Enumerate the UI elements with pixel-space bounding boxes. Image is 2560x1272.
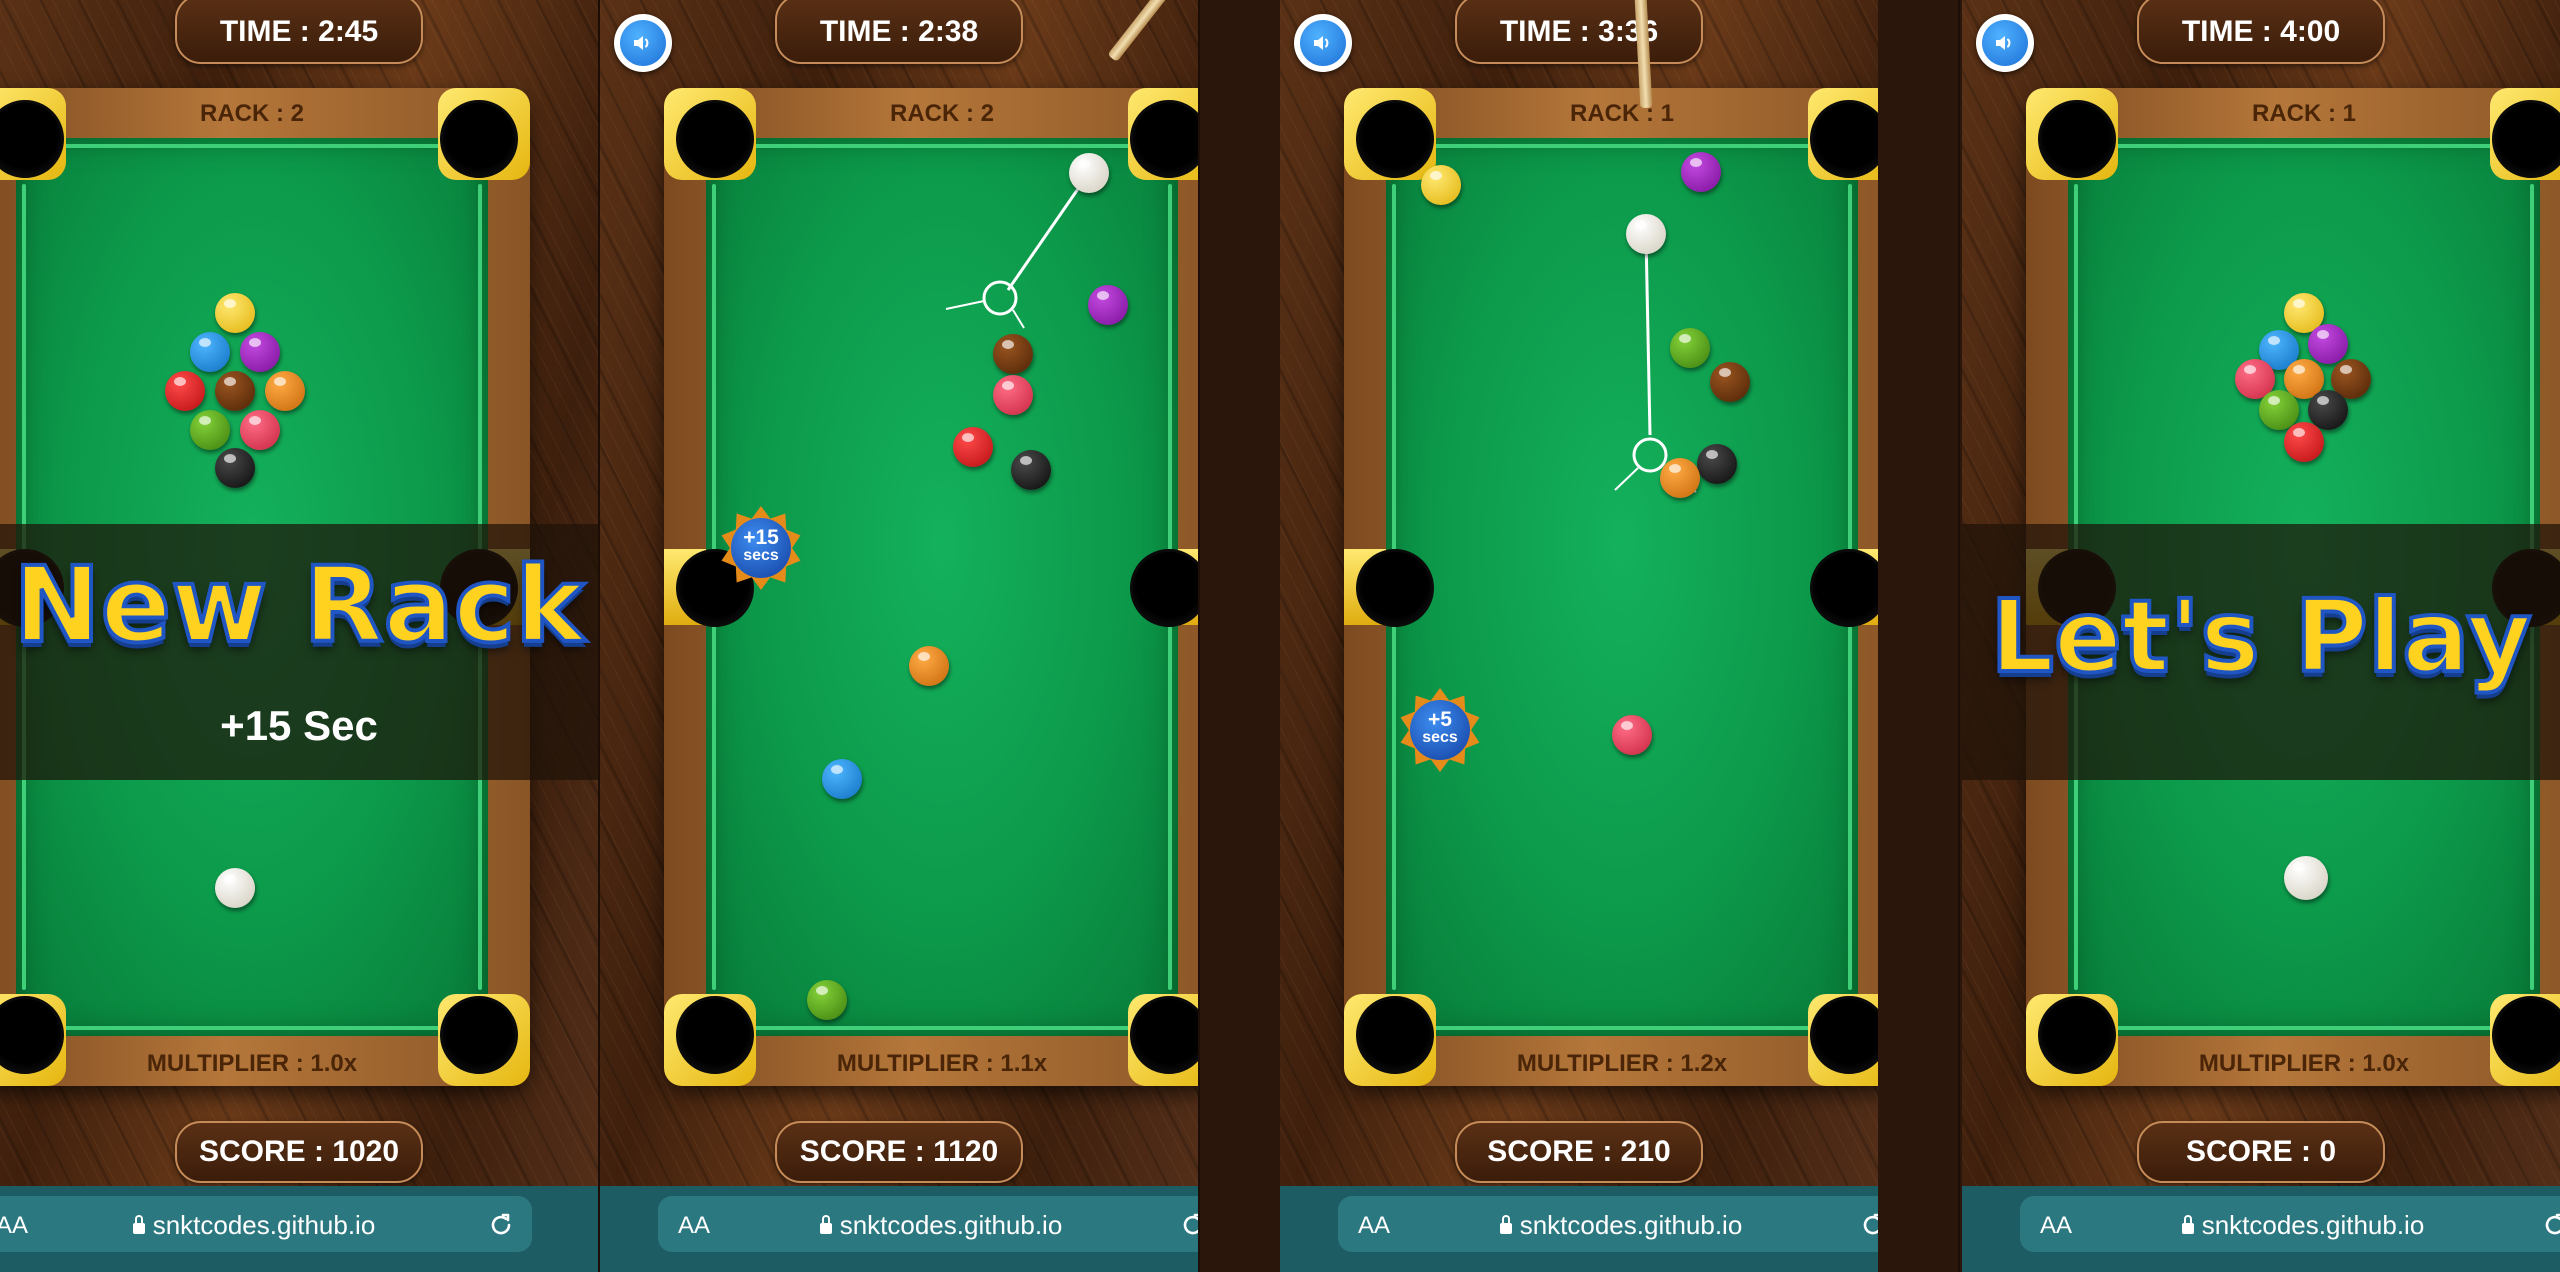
- banner-subtitle: +15 Sec: [220, 702, 378, 749]
- lock-icon: [2181, 1215, 2194, 1234]
- bonus-value: +15: [743, 526, 779, 549]
- rack-label: RACK : 2: [199, 100, 304, 127]
- score-display: SCORE : 1120: [775, 1121, 1023, 1183]
- ball-brown: [993, 334, 1033, 374]
- browser-address-bar: AA snktcodes.github.io: [0, 1186, 598, 1272]
- reload-icon[interactable]: [1858, 1210, 1878, 1240]
- game-panel-2: RACK : 2 MULTIPLIER : 1.1x +15 secs TIME…: [600, 0, 1198, 1272]
- ball-purple: [240, 332, 280, 372]
- speaker-icon: [1314, 36, 1329, 50]
- ball-orange: [909, 646, 949, 686]
- ball-black: [1697, 444, 1737, 484]
- cue-ball[interactable]: [2284, 856, 2328, 900]
- browser-address-bar: AA snktcodes.github.io: [600, 1186, 1198, 1272]
- ball-red: [2284, 422, 2324, 462]
- ball-purple: [1681, 152, 1721, 192]
- url-field[interactable]: AA snktcodes.github.io: [2020, 1196, 2560, 1252]
- lets-play-banner: Let's Play: [1962, 524, 2560, 780]
- reload-icon[interactable]: [2540, 1210, 2560, 1240]
- ball-black: [215, 448, 255, 488]
- time-display: TIME : 2:38: [775, 0, 1023, 64]
- divider: [1958, 0, 1960, 1272]
- banner-title: New Rack: [12, 542, 587, 668]
- game-panel-4: RACK : 1 MULTIPLIER : 1.0x Let's Play TI…: [1962, 0, 2560, 1272]
- rack-label: RACK : 1: [2251, 100, 2356, 127]
- ball-blue: [190, 332, 230, 372]
- divider: [1198, 0, 1200, 1272]
- bonus-unit: secs: [1422, 729, 1458, 746]
- time-display: TIME : 4:00: [2137, 0, 2385, 64]
- ball-yellow: [1421, 165, 1461, 205]
- ball-green: [190, 410, 230, 450]
- time-bonus-token: +5 secs: [1398, 688, 1482, 772]
- cushion: [52, 1026, 452, 1030]
- cue-stick[interactable]: [1107, 0, 1185, 63]
- game-panel-3: RACK : 1 MULTIPLIER : 1.2x +5 secs TIME …: [1280, 0, 1878, 1272]
- ball-pink: [240, 410, 280, 450]
- multiplier-label: MULTIPLIER : 1.0x: [2198, 1050, 2410, 1077]
- sound-toggle-button[interactable]: [1294, 14, 1352, 72]
- url-text[interactable]: snktcodes.github.io: [1338, 1210, 1878, 1241]
- sound-toggle-button[interactable]: [614, 14, 672, 72]
- time-display: TIME : 2:45: [175, 0, 423, 64]
- pool-table[interactable]: RACK : 1 MULTIPLIER : 1.2x +5 secs: [1344, 88, 1878, 1086]
- bonus-value: +5: [1428, 708, 1452, 731]
- lock-icon: [1499, 1215, 1512, 1234]
- url-field[interactable]: AA snktcodes.github.io: [0, 1196, 532, 1252]
- ball-red: [953, 427, 993, 467]
- time-bonus-token: +15 secs: [719, 506, 803, 590]
- score-display: SCORE : 210: [1455, 1121, 1703, 1183]
- ball-purple: [2308, 324, 2348, 364]
- url-text[interactable]: snktcodes.github.io: [658, 1210, 1198, 1241]
- cue-ball[interactable]: [215, 868, 255, 908]
- aim-guide: [1614, 234, 1697, 493]
- ball-blue: [822, 759, 862, 799]
- ball-black: [1011, 450, 1051, 490]
- ball-brown: [1710, 362, 1750, 402]
- time-display: TIME : 3:36: [1455, 0, 1703, 64]
- cue-ball[interactable]: [1626, 214, 1666, 254]
- score-display: SCORE : 0: [2137, 1121, 2385, 1183]
- url-text[interactable]: snktcodes.github.io: [2020, 1210, 2560, 1241]
- ball-purple: [1088, 285, 1128, 325]
- ball-green: [807, 980, 847, 1020]
- url-text[interactable]: snktcodes.github.io: [0, 1210, 532, 1241]
- bonus-unit: secs: [743, 547, 779, 564]
- url-field[interactable]: AA snktcodes.github.io: [1338, 1196, 1878, 1252]
- browser-address-bar: AA snktcodes.github.io: [1280, 1186, 1878, 1272]
- ball-red: [165, 371, 205, 411]
- sound-toggle-button[interactable]: [1976, 14, 2034, 72]
- ball-pink: [993, 375, 1033, 415]
- ball-brown: [215, 371, 255, 411]
- pool-table[interactable]: RACK : 2 MULTIPLIER : 1.1x +15 secs: [664, 88, 1198, 1086]
- ball-green: [1670, 328, 1710, 368]
- lock-icon: [132, 1215, 145, 1234]
- multiplier-label: MULTIPLIER : 1.0x: [146, 1050, 358, 1077]
- browser-address-bar: AA snktcodes.github.io: [1962, 1186, 2560, 1272]
- url-field[interactable]: AA snktcodes.github.io: [658, 1196, 1198, 1252]
- score-display: SCORE : 1020: [175, 1121, 423, 1183]
- reload-icon[interactable]: [486, 1210, 516, 1240]
- ball-orange: [265, 371, 305, 411]
- speaker-icon: [634, 36, 649, 50]
- ball-yellow: [215, 293, 255, 333]
- banner-title: Let's Play: [1988, 576, 2533, 697]
- ball-orange: [1660, 458, 1700, 498]
- cushion: [2104, 1026, 2504, 1030]
- reload-icon[interactable]: [1178, 1210, 1198, 1240]
- speaker-icon: [1996, 36, 2011, 50]
- new-rack-banner: New Rack +15 Sec: [0, 524, 598, 780]
- game-panel-1: RACK : 2 MULTIPLIER : 1.0x New Rack +15 …: [0, 0, 598, 1272]
- cushion: [2104, 144, 2504, 148]
- cue-ball[interactable]: [1069, 153, 1109, 193]
- cushion: [52, 144, 452, 148]
- ball-pink: [1612, 715, 1652, 755]
- lock-icon: [819, 1215, 832, 1234]
